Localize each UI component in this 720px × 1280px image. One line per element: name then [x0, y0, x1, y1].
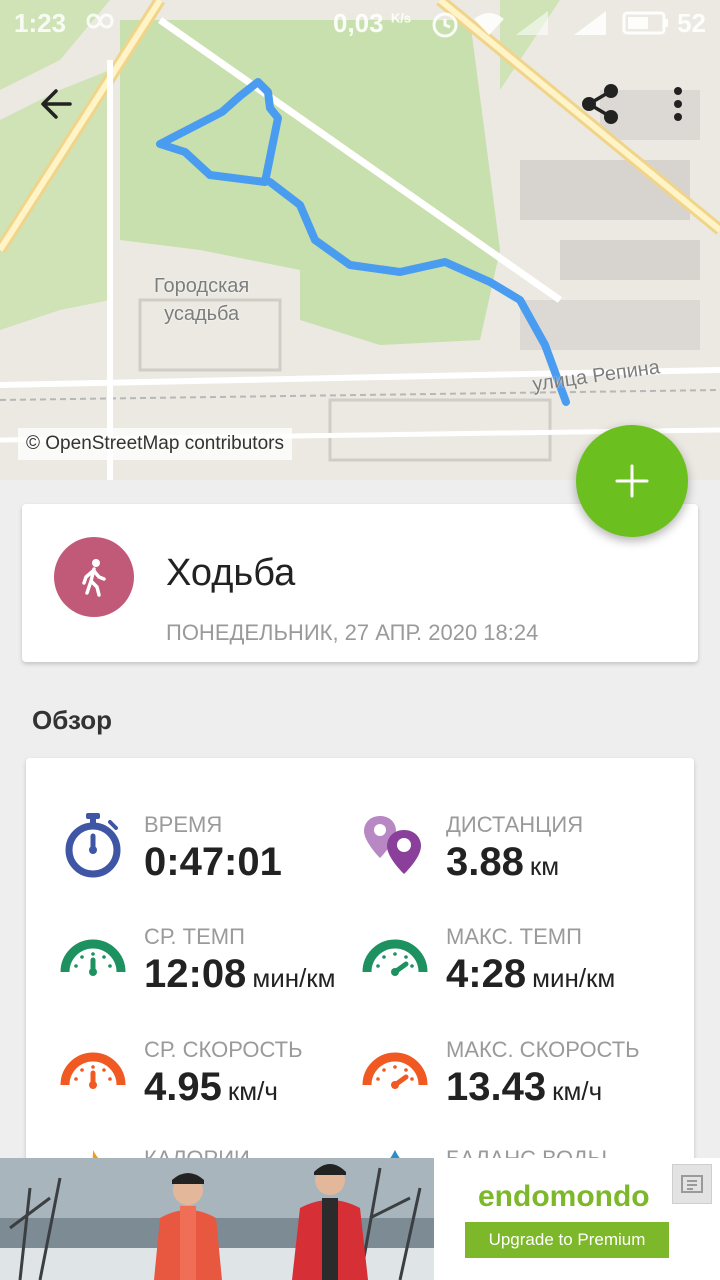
battery-level: 52 [677, 8, 706, 38]
endomondo-logo: endomondo [478, 1180, 650, 1213]
stat-avg-pace: СР. ТЕМП 12:08 мин/км [60, 924, 370, 1024]
stopwatch-icon [65, 813, 121, 878]
arrow-left-icon [41, 89, 72, 119]
share-icon [582, 84, 618, 124]
map-pins-icon [364, 816, 421, 874]
speedometer-icon [60, 1052, 126, 1089]
back-button[interactable] [28, 76, 84, 132]
speedometer-icon [362, 1052, 428, 1089]
add-button[interactable] [576, 425, 688, 537]
activity-title: Ходьба [166, 552, 296, 594]
plus-icon [615, 464, 649, 498]
wifi-icon [472, 9, 506, 44]
more-vert-icon [674, 87, 682, 121]
signal-icon-2 [572, 9, 608, 44]
signal-icon-1 [514, 9, 550, 44]
status-bar: 1:23 0,03 K/s 52 [0, 0, 720, 46]
walking-person-icon [82, 559, 106, 597]
activity-card[interactable]: Ходьба ПОНЕДЕЛЬНИК, 27 АПР. 2020 18:24 [22, 504, 698, 662]
overview-card: ВРЕМЯ 0:47:01 ДИСТАНЦИЯ 3.88 км СР. ТЕМП … [26, 758, 694, 1178]
status-time: 1:23 [14, 8, 67, 38]
activity-date: ПОНЕДЕЛЬНИК, 27 АПР. 2020 18:24 [166, 620, 539, 645]
stat-max-pace: МАКС. ТЕМП 4:28 мин/км [362, 924, 672, 1024]
ad-close-button[interactable] [672, 1164, 712, 1204]
ad-runners-image [0, 1158, 434, 1280]
ad-banner[interactable] [0, 1158, 720, 1280]
speedometer-icon [362, 939, 428, 976]
map-attribution[interactable]: © OpenStreetMap contributors [18, 428, 292, 460]
share-button[interactable] [572, 76, 628, 132]
ad-close-icon [681, 1175, 703, 1193]
stat-avg-speed: СР. СКОРОСТЬ 4.95 км/ч [60, 1037, 370, 1137]
stat-duration: ВРЕМЯ 0:47:01 [60, 812, 370, 912]
status-speed: 0,03 K/s [333, 8, 412, 38]
map-tiles [0, 0, 720, 480]
map-place-label: Городская усадьба [154, 275, 250, 325]
speedometer-icon [60, 939, 126, 976]
stat-distance: ДИСТАНЦИЯ 3.88 км [362, 812, 672, 912]
alarm-icon [430, 9, 460, 46]
overview-heading: Обзор [32, 705, 112, 735]
upgrade-premium-button[interactable]: Upgrade to Premium [465, 1222, 669, 1258]
route-map[interactable]: 1:23 0,03 K/s 52 Городская усадьба улица… [0, 0, 720, 480]
stat-max-speed: МАКС. СКОРОСТЬ 13.43 км/ч [362, 1037, 672, 1137]
activity-avatar [54, 537, 134, 617]
battery-icon [622, 9, 670, 44]
more-options-button[interactable] [650, 76, 706, 132]
infinity-icon [84, 9, 116, 40]
